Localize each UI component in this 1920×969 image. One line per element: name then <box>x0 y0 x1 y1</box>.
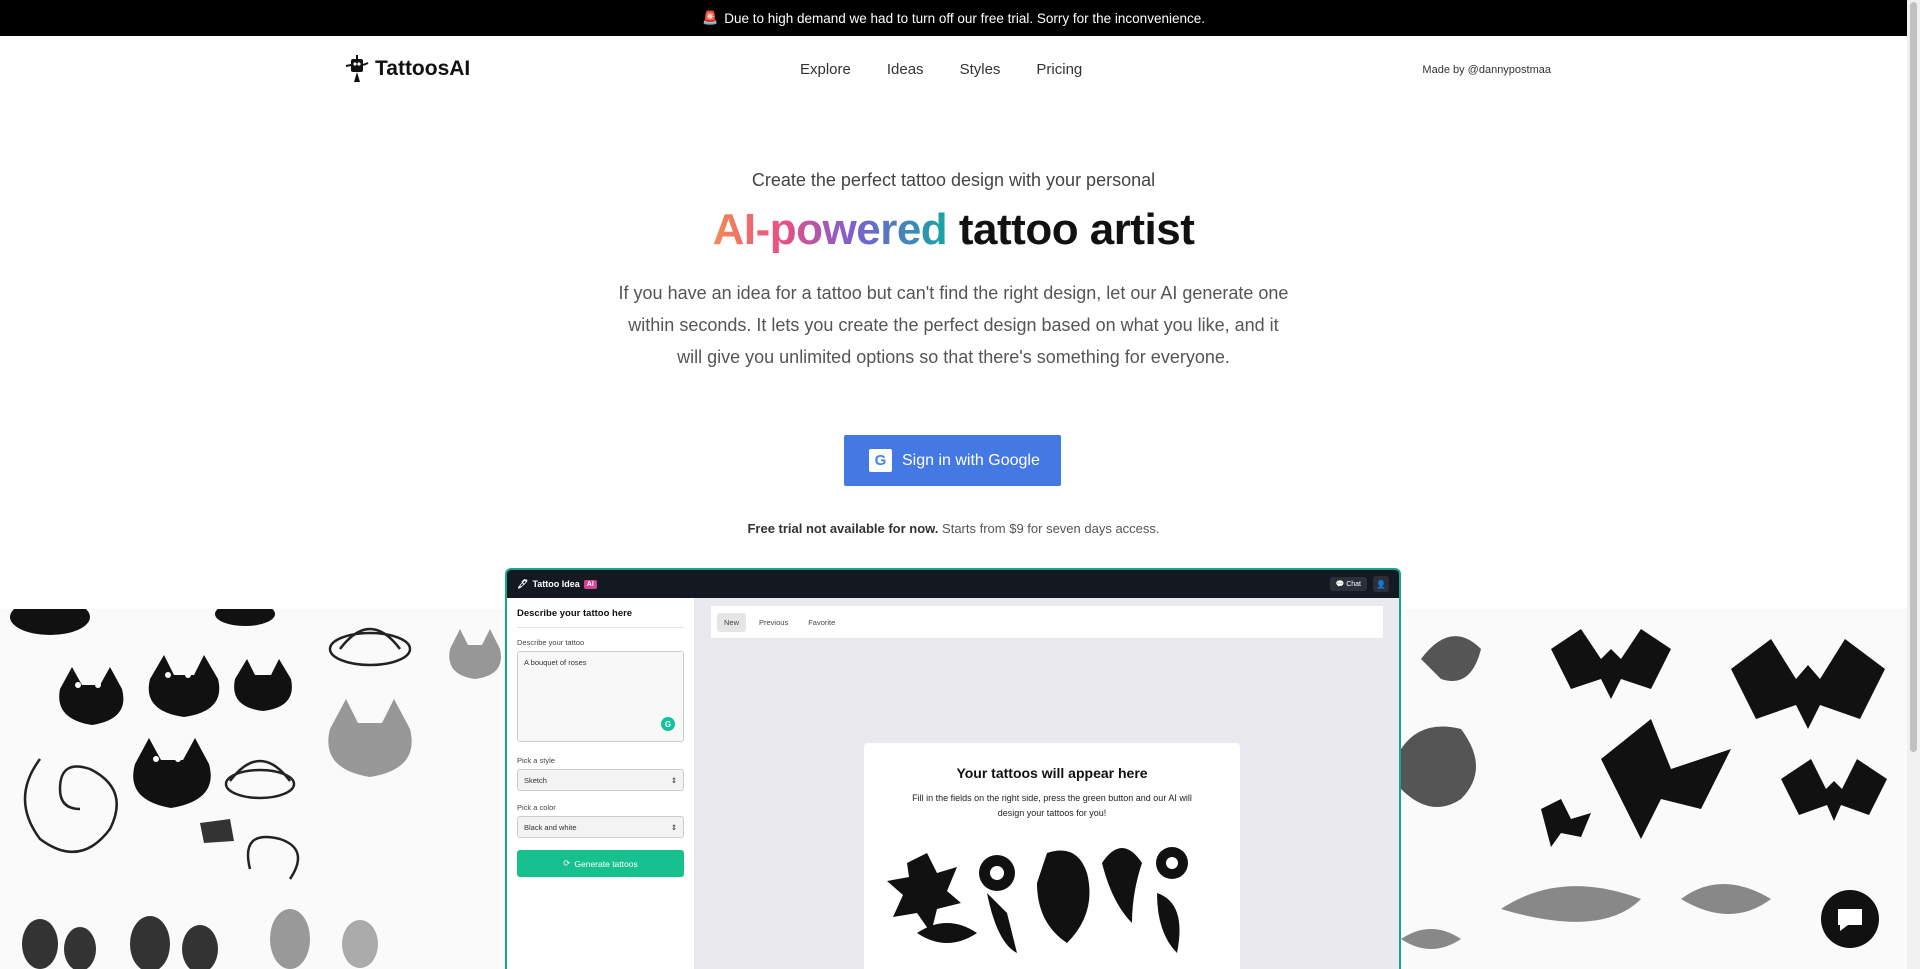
tab-previous[interactable]: Previous <box>752 613 795 632</box>
describe-label: Describe your tattoo <box>517 638 585 647</box>
app-topbar: 🖋 Tattoo Idea AI 💬 Chat 👤 <box>507 570 1399 598</box>
results-tabs: New Previous Favorite <box>711 606 1383 638</box>
describe-value: A bouquet of roses <box>524 658 587 667</box>
style-value: Sketch <box>524 775 547 785</box>
describe-textarea[interactable]: A bouquet of roses G <box>517 651 684 742</box>
main-menu: Explore Ideas Styles Pricing <box>800 61 1082 78</box>
empty-state-title: Your tattoos will appear here <box>956 765 1148 781</box>
hero-pretitle: Create the perfect tattoo design with yo… <box>751 170 1156 190</box>
color-value: Black and white <box>524 822 577 832</box>
made-by-link[interactable]: Made by @dannypostmaa <box>1422 64 1551 76</box>
announcement-banner: 🚨 Due to high demand we had to turn off … <box>0 0 1907 36</box>
generate-tattoos-button[interactable]: ⟳ Generate tattoos <box>517 850 684 877</box>
refresh-icon: ⟳ <box>563 858 571 868</box>
sample-tattoos-image <box>887 847 1188 953</box>
generate-tattoos-label: Generate tattoos <box>574 858 638 869</box>
hero-title-rest: tattoo artist <box>947 205 1195 254</box>
style-select[interactable]: Sketch ⇕ <box>517 769 684 791</box>
google-signin-button[interactable]: G Sign in with Google <box>844 435 1061 486</box>
nav-pricing[interactable]: Pricing <box>1036 61 1082 78</box>
app-logo-icon: 🖋 <box>517 578 529 589</box>
cats-tattoo-collage-image <box>0 609 505 969</box>
app-title-text: Tattoo Idea <box>532 579 580 589</box>
hero-description: If you have an idea for a tattoo but can… <box>618 283 1289 367</box>
hero-title: AI-powered tattoo artist <box>0 205 1907 255</box>
select-arrows-icon: ⇕ <box>670 822 677 832</box>
trial-notice-rest: Starts from $9 for seven days access. <box>938 521 1160 536</box>
tab-new[interactable]: New <box>717 612 747 632</box>
user-icon[interactable]: 👤 <box>1373 576 1389 592</box>
app-title: 🖋 Tattoo Idea AI <box>517 579 597 590</box>
trial-notice: Free trial not available for now. Starts… <box>0 521 1907 536</box>
chat-bubble-icon <box>1838 909 1862 931</box>
trial-notice-bold: Free trial not available for now. <box>747 521 939 536</box>
top-nav: TattoosAI Explore Ideas Styles Pricing M… <box>0 36 1907 106</box>
nav-explore[interactable]: Explore <box>800 61 851 78</box>
select-arrows-icon: ⇕ <box>670 775 677 785</box>
style-label: Pick a style <box>517 756 555 765</box>
nav-ideas[interactable]: Ideas <box>887 61 924 78</box>
google-signin-label: Sign in with Google <box>902 451 1040 469</box>
color-label: Pick a color <box>517 803 556 812</box>
empty-state-card: Your tattoos will appear here Fill in th… <box>864 743 1240 969</box>
results-panel: New Previous Favorite Your tattoos will … <box>695 598 1399 969</box>
google-icon: G <box>869 449 892 472</box>
grammarly-icon[interactable]: G <box>661 717 675 731</box>
empty-state-text: Fill in the fields on the right side, pr… <box>912 793 1192 818</box>
tab-favorite[interactable]: Favorite <box>801 613 842 632</box>
logo-text: TattoosAI <box>375 57 471 80</box>
hero-title-gradient: AI-powered <box>712 205 948 254</box>
chat-widget-button[interactable] <box>1821 890 1879 948</box>
chat-button-label: Chat <box>1346 581 1361 588</box>
scrollbar-thumb[interactable] <box>1910 2 1917 752</box>
ai-badge: AI <box>583 579 597 589</box>
color-select[interactable]: Black and white ⇕ <box>517 816 684 838</box>
app-preview-window: 🖋 Tattoo Idea AI 💬 Chat 👤 Describe your … <box>505 568 1401 969</box>
app-body: Describe your tattoo here Describe your … <box>507 598 1399 969</box>
hero-section: Create the perfect tattoo design with yo… <box>0 170 1907 373</box>
nav-styles[interactable]: Styles <box>960 61 1001 78</box>
app-topbar-actions: 💬 Chat 👤 <box>1329 576 1389 592</box>
tattoo-form: Describe your tattoo here Describe your … <box>507 598 695 969</box>
chat-button[interactable]: 💬 Chat <box>1329 577 1367 591</box>
robot-logo-icon <box>345 55 369 82</box>
form-heading: Describe your tattoo here <box>517 608 684 628</box>
siren-icon: 🚨 <box>702 10 719 25</box>
logo[interactable]: TattoosAI <box>343 54 470 84</box>
banner-text: Due to high demand we had to turn off ou… <box>724 10 1205 26</box>
